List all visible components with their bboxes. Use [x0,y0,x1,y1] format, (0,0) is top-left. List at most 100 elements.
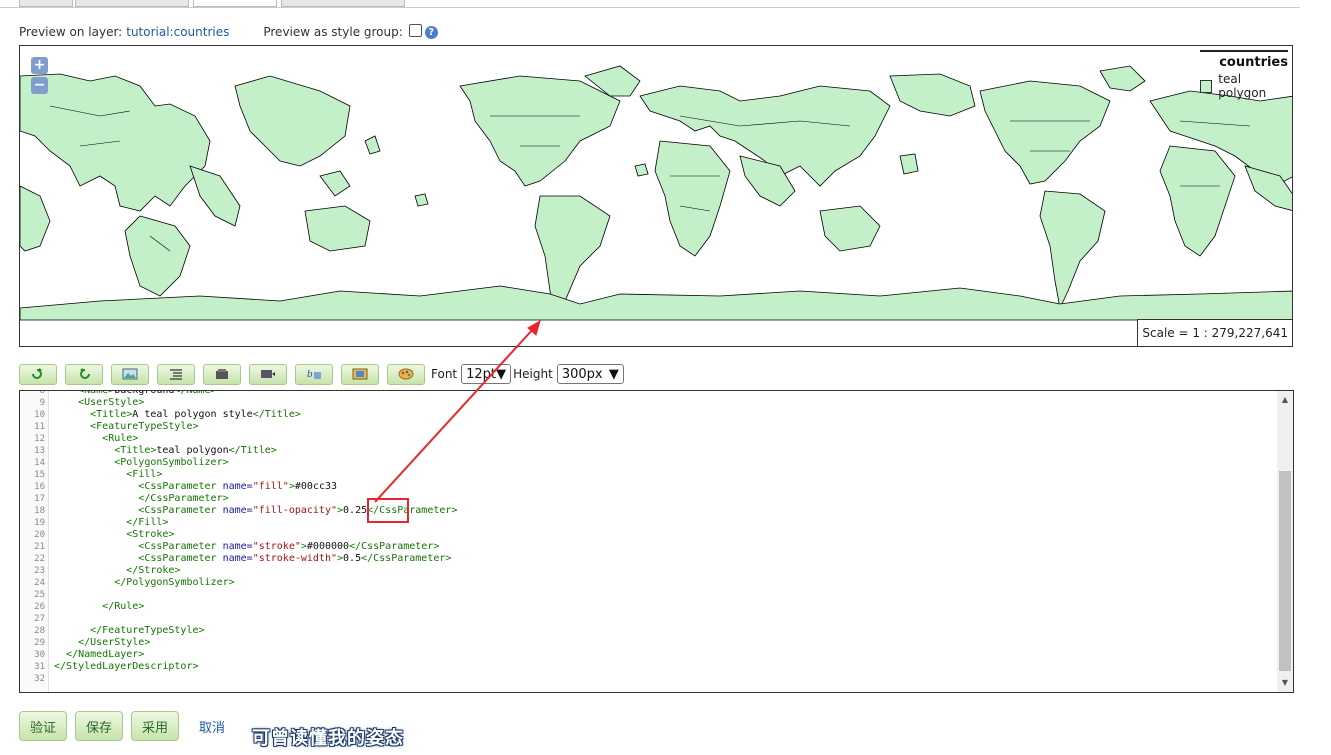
image-preview-icon [352,368,368,380]
zoom-in-button[interactable]: + [31,57,48,74]
code-line: 19 </Fill> [20,517,1275,529]
chevron-down-icon: ▼ [608,366,619,382]
text-icon: b [307,370,321,380]
tab-layer-attributes[interactable] [281,0,405,7]
save-button[interactable]: 保存 [75,711,123,741]
scroll-down-icon[interactable]: ▼ [1277,676,1293,690]
redo-icon [80,368,90,379]
code-token: <CssParameter [138,553,223,564]
code-line: 25 [20,589,1275,601]
insert-image-button[interactable] [111,363,149,385]
line-number: 28 [34,626,45,636]
code-token: <Title> [114,445,157,456]
palette-icon [216,369,228,379]
line-number: 14 [34,458,45,468]
code-text: </StyledLayerDescriptor> [54,661,199,673]
code-text: </Fill> [54,517,168,529]
preview-layer-label: Preview on layer: [19,25,123,39]
line-number: 26 [34,602,45,612]
code-token: <CssParameter [138,541,223,552]
code-token: #00cc33 [294,481,338,492]
map-preview[interactable]: + − countries teal polygon Scale = 1 : 2… [19,45,1293,347]
code-line: 21 <CssParameter name="stroke">#000000</… [20,541,1275,553]
format-button[interactable] [157,363,195,385]
code-line: 16 <CssParameter name="fill">#00cc33 [20,481,1275,493]
line-number: 24 [34,578,45,588]
line-number: 15 [34,470,45,480]
line-number: 13 [34,446,45,456]
scrollbar-thumb[interactable] [1279,471,1291,671]
code-text: </FeatureTypeStyle> [54,625,204,637]
map-legend: countries teal polygon [1200,50,1288,100]
code-line: 18 <CssParameter name="fill-opacity">0.2… [20,505,1275,517]
chevron-down-icon: ▼ [496,366,507,382]
preview-layer-link[interactable]: tutorial:countries [126,25,229,39]
code-text: <Name>background</Name> [54,390,217,397]
line-number: 22 [34,554,45,564]
code-token: "stroke" [252,541,301,552]
line-number: 23 [34,566,45,576]
code-line: 15 <Fill> [20,469,1275,481]
tab-data[interactable] [19,0,73,7]
color-icon [398,368,414,380]
cancel-link[interactable]: 取消 [199,717,225,736]
legend-label: teal polygon [1218,72,1267,100]
code-line: 14 <PolygonSymbolizer> [20,457,1275,469]
sld-code-editor[interactable]: 8 <Name>background</Name> 9 <UserStyle> 10… [19,390,1294,693]
line-number: 19 [34,518,45,528]
code-line: 27 [20,613,1275,625]
code-text: <Title>teal polygon</Title> [54,445,277,457]
height-select[interactable]: 300px ▼ [556,364,624,384]
palette-button[interactable] [203,363,241,385]
code-token: 0.5 [343,553,362,564]
scroll-up-icon[interactable]: ▲ [1277,393,1293,407]
validate-button[interactable]: 验证 [19,711,67,741]
tab-layer-preview[interactable] [193,0,277,7]
apply-button[interactable]: 采用 [131,711,179,741]
preview-image-button[interactable] [341,363,379,385]
text-style-button[interactable]: b [295,363,333,385]
code-line: 9 <UserStyle> [20,397,1275,409]
tab-publishing[interactable] [75,0,189,7]
help-icon[interactable]: ? [424,25,438,39]
code-line: 17 </CssParameter> [20,493,1275,505]
code-token: </PolygonSymbolizer> [114,577,235,588]
zoom-out-button[interactable]: − [31,77,48,94]
redo-button[interactable] [65,363,103,385]
code-line: 10 <Title>A teal polygon style</Title> [20,409,1275,421]
code-token: name= [222,541,253,552]
code-text: <CssParameter name="stroke">#000000</Css… [54,541,439,553]
code-line: 22 <CssParameter name="stroke-width">0.5… [20,553,1275,565]
code-token: background [114,390,175,396]
code-line: 8 <Name>background</Name> [20,390,1275,397]
editor-toolbar: b Font 12pt ▼ Height 300px ▼ [19,363,628,385]
height-value: 300px [561,366,603,382]
line-number: 8 [39,390,45,396]
font-size-value: 12pt [466,366,497,382]
wrap-button[interactable] [249,363,287,385]
code-text: </Rule> [54,601,144,613]
code-token: <Stroke> [126,529,175,540]
font-size-select[interactable]: 12pt ▼ [461,364,512,384]
undo-button[interactable] [19,363,57,385]
code-token: <UserStyle> [78,397,145,408]
code-token: name= [222,553,253,564]
color-picker-button[interactable] [387,363,425,385]
code-token: name= [222,481,253,492]
editor-scrollbar[interactable]: ▲ ▼ [1277,391,1293,692]
code-text: </PolygonSymbolizer> [54,577,235,589]
style-group-checkbox[interactable] [408,23,422,37]
line-number: 20 [34,530,45,540]
undo-icon [32,368,42,379]
tab-bar [0,0,1331,8]
code-text: </NamedLayer> [54,649,144,661]
code-token: "fill" [252,481,289,492]
code-token: #000000 [306,541,350,552]
code-line: 11 <FeatureTypeStyle> [20,421,1275,433]
code-token: "fill-opacity" [252,505,337,516]
